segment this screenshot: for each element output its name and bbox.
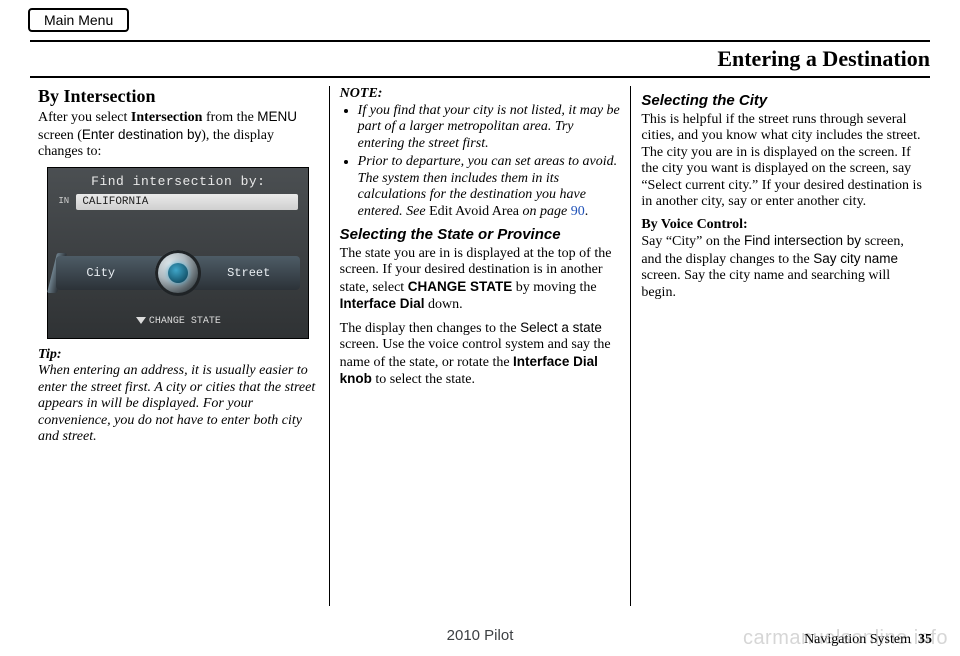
- nav-in-label: IN: [58, 196, 69, 207]
- text-sans: Select a state: [520, 320, 602, 335]
- note-item-1: If you find that your city is not listed…: [358, 103, 621, 153]
- footer-model: 2010 Pilot: [28, 627, 932, 644]
- state-paragraph-2: The display then changes to the Select a…: [340, 320, 621, 389]
- chevron-down-icon: [136, 317, 146, 324]
- footer-section: Navigation System: [804, 632, 911, 647]
- column-2: NOTE: If you find that your city is not …: [329, 86, 632, 606]
- nav-city-button[interactable]: City: [86, 266, 115, 280]
- text-sans: Enter destination by: [82, 127, 201, 142]
- text: After you select: [38, 110, 131, 125]
- note-item-2: Prior to departure, you can set areas to…: [358, 154, 621, 220]
- text: down.: [424, 297, 462, 312]
- text: The display then changes to the: [340, 321, 520, 336]
- text: by moving the: [512, 280, 596, 295]
- nav-state-field: CALIFORNIA: [76, 194, 298, 210]
- nav-street-button[interactable]: Street: [227, 266, 270, 280]
- voice-control-block: By Voice Control: Say “City” on the Find…: [641, 217, 922, 302]
- footer-page-number: 35: [918, 632, 932, 647]
- navigation-screenshot: Find intersection by: IN CALIFORNIA City…: [47, 167, 309, 339]
- column-3: Selecting the City This is helpful if th…: [631, 86, 932, 606]
- text: Say “City” on the: [641, 234, 744, 249]
- text-bold: CHANGE STATE: [408, 279, 513, 294]
- text: screen. Say the city name and searching …: [641, 268, 890, 300]
- text-sans: Say city name: [813, 251, 898, 266]
- text-nonitalic: Edit Avoid Area: [429, 204, 519, 219]
- tip-body: When entering an address, it is usually …: [38, 363, 315, 444]
- page-link-90[interactable]: 90: [571, 204, 585, 219]
- text-bold: Interface Dial: [340, 296, 425, 311]
- column-1: By Intersection After you select Interse…: [28, 86, 329, 606]
- interface-dial-icon: [155, 250, 201, 296]
- text-bold: Intersection: [131, 110, 203, 125]
- main-menu-button[interactable]: Main Menu: [28, 8, 129, 32]
- content-columns: By Intersection After you select Interse…: [28, 86, 932, 606]
- footer-right: Navigation System 35: [804, 632, 932, 648]
- text: screen (: [38, 128, 82, 143]
- nav-change-state[interactable]: CHANGE STATE: [48, 316, 308, 328]
- nav-title: Find intersection by:: [48, 168, 308, 189]
- note-label: NOTE:: [340, 86, 383, 101]
- text: .: [585, 204, 589, 219]
- subhead-selecting-city: Selecting the City: [641, 92, 922, 110]
- intro-paragraph: After you select Intersection from the M…: [38, 109, 319, 161]
- state-paragraph-1: The state you are in is displayed at the…: [340, 246, 621, 314]
- nav-change-state-label: CHANGE STATE: [149, 316, 221, 327]
- text: from the: [202, 110, 257, 125]
- text: on page: [519, 204, 567, 219]
- manual-page: Main Menu Entering a Destination By Inte…: [0, 0, 960, 656]
- text-sans: MENU: [257, 109, 297, 124]
- chapter-header-bar: Entering a Destination: [30, 40, 930, 78]
- tip-block: Tip: When entering an address, it is usu…: [38, 347, 319, 446]
- tip-label: Tip:: [38, 347, 62, 362]
- section-title-by-intersection: By Intersection: [38, 86, 319, 107]
- text-sans: Find intersection by: [744, 233, 861, 248]
- main-menu-label: Main Menu: [44, 12, 113, 28]
- page-footer: 2010 Pilot Navigation System 35: [28, 632, 932, 648]
- note-list: If you find that your city is not listed…: [340, 103, 621, 221]
- subhead-selecting-state: Selecting the State or Province: [340, 226, 621, 244]
- city-paragraph-1: This is helpful if the street runs throu…: [641, 112, 922, 211]
- text: to select the state.: [372, 372, 475, 387]
- voice-control-label: By Voice Control:: [641, 217, 747, 232]
- chapter-title: Entering a Destination: [717, 46, 930, 72]
